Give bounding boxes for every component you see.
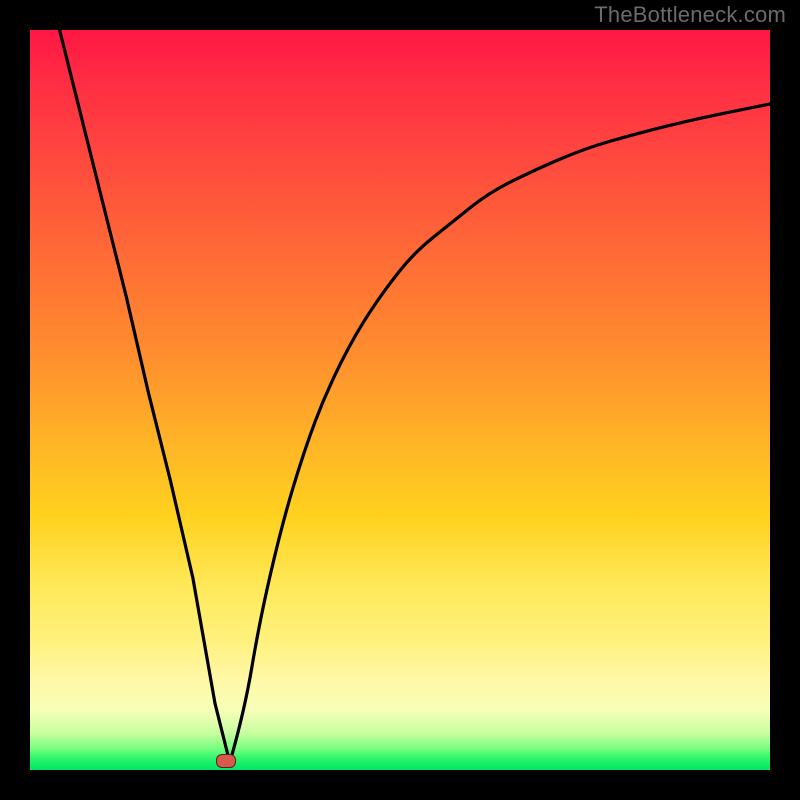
- bottleneck-curve: [30, 30, 770, 770]
- plot-area: [30, 30, 770, 770]
- curve-right-branch: [230, 104, 770, 763]
- chart-frame: TheBottleneck.com: [0, 0, 800, 800]
- min-marker-dot: [216, 754, 236, 768]
- curve-left-branch: [60, 30, 230, 763]
- watermark-text: TheBottleneck.com: [594, 2, 786, 28]
